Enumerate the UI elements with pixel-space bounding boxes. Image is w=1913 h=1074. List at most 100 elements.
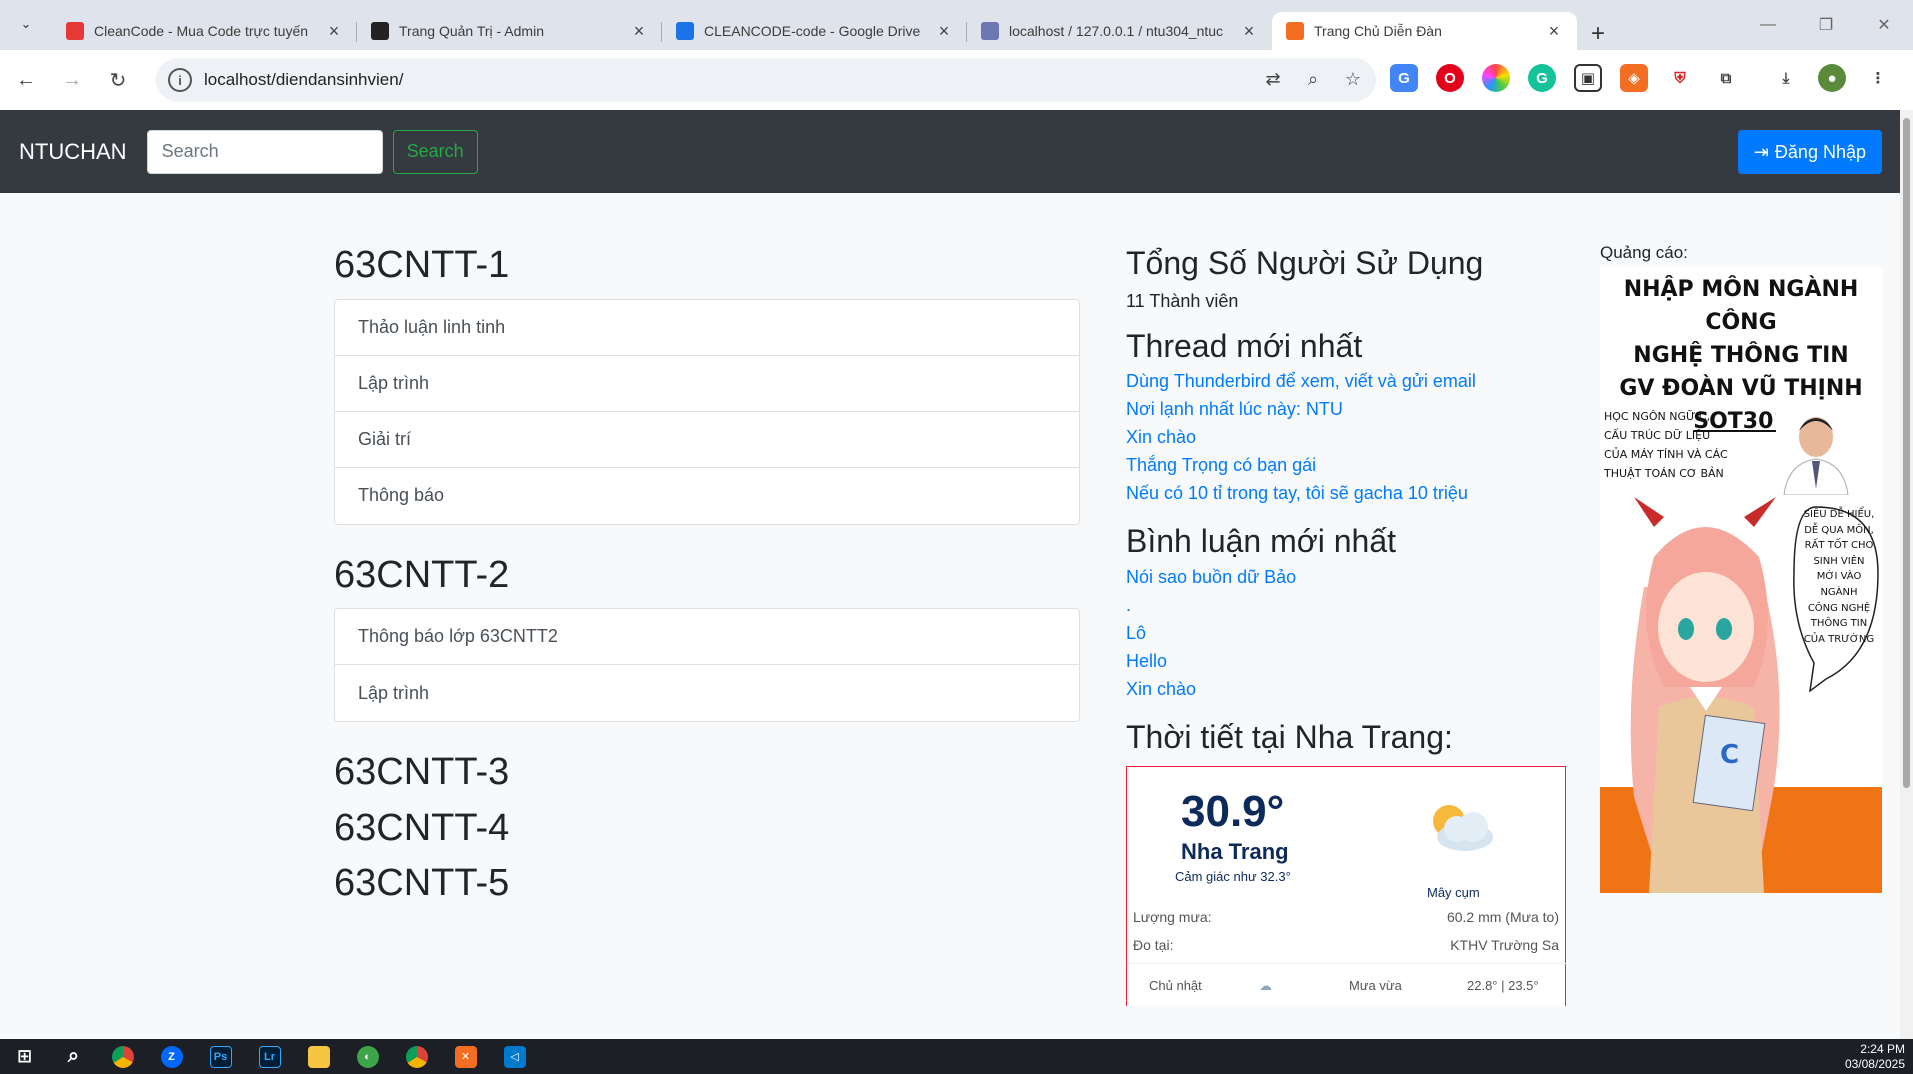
forward-arrow-icon: → xyxy=(62,68,82,91)
reload-button[interactable]: ↻ xyxy=(98,60,138,100)
rain-label: Lượng mưa: xyxy=(1133,909,1212,926)
browser-tab[interactable]: Trang Quản Trị - Admin × xyxy=(357,12,662,50)
search-taskbar-button[interactable]: ⌕ xyxy=(49,1039,98,1074)
ad-text-line: DỄ QUA MÔN, xyxy=(1804,524,1874,536)
web-page: NTUCHAN Search Search ⇥ Đăng Nhập 63CNTT… xyxy=(0,110,1900,1039)
thread-link[interactable]: Xin chào xyxy=(1126,423,1566,451)
url-text[interactable]: localhost/diendansinhvien/ xyxy=(204,70,403,90)
bookmark-star-icon[interactable]: ☆ xyxy=(1340,66,1366,92)
new-tab-button[interactable]: + xyxy=(1591,20,1605,50)
image-ext-icon[interactable]: ▣ xyxy=(1574,64,1602,92)
class-group: 63CNTT-3 xyxy=(334,750,1080,796)
comment-link[interactable]: . xyxy=(1126,591,1566,619)
topic-item[interactable]: Giải trí xyxy=(335,412,1079,468)
start-button[interactable]: ⊞ xyxy=(0,1039,49,1074)
thread-link[interactable]: Dùng Thunderbird để xem, viết và gửi ema… xyxy=(1126,367,1566,395)
back-button[interactable]: ← xyxy=(6,60,46,100)
topic-item[interactable]: Thảo luận linh tinh xyxy=(335,300,1079,356)
class-title[interactable]: 63CNTT-1 xyxy=(334,243,1080,289)
file-explorer-taskbar-icon[interactable] xyxy=(294,1039,343,1074)
ad-title-line: NGHỆ THÔNG TIN xyxy=(1633,343,1849,368)
zoom-icon[interactable]: ⌕ xyxy=(1300,66,1326,92)
rain-value: 60.2 mm (Mưa to) xyxy=(1446,909,1559,926)
tab-close-icon[interactable]: × xyxy=(325,21,343,42)
class-title[interactable]: 63CNTT-3 xyxy=(334,750,1080,796)
comment-link[interactable]: Hello xyxy=(1126,647,1566,675)
topic-item[interactable]: Thông báo lớp 63CNTT2 xyxy=(335,609,1079,666)
google-translate-ext-icon[interactable]: G xyxy=(1390,64,1418,92)
ad-label: Quảng cáo: xyxy=(1600,243,1688,262)
translate-icon[interactable]: ⇄ xyxy=(1260,66,1286,92)
tab-close-icon[interactable]: × xyxy=(630,21,648,42)
site-brand[interactable]: NTUCHAN xyxy=(19,139,127,165)
download-icon[interactable]: ⤓ xyxy=(1772,64,1800,92)
tab-close-icon[interactable]: × xyxy=(935,21,953,42)
chrome2-taskbar-icon[interactable] xyxy=(392,1039,441,1074)
login-button[interactable]: ⇥ Đăng Nhập xyxy=(1737,130,1882,174)
tab-close-icon[interactable]: × xyxy=(1545,21,1563,42)
class-title[interactable]: 63CNTT-4 xyxy=(334,806,1080,852)
topic-item[interactable]: Lập trình xyxy=(335,356,1079,412)
opera-ext-icon[interactable]: O xyxy=(1436,64,1464,92)
comment-link[interactable]: Xin chào xyxy=(1126,675,1566,703)
ad-text-line: SINH VIÊN xyxy=(1813,555,1865,567)
tab-close-icon[interactable]: × xyxy=(1240,21,1258,42)
class-title[interactable]: 63CNTT-5 xyxy=(334,861,1080,907)
thread-link[interactable]: Nếu có 10 tỉ trong tay, tôi sẽ gacha 10 … xyxy=(1126,479,1566,507)
browser-tab[interactable]: CleanCode - Mua Code trực tuyến × xyxy=(52,12,357,50)
vscode-taskbar-icon[interactable]: ◁ xyxy=(490,1039,539,1074)
thread-link[interactable]: Thắng Trọng có bạn gái xyxy=(1126,451,1566,479)
browser-tab[interactable]: CLEANCODE-code - Google Drive × xyxy=(662,12,967,50)
page-scrollbar[interactable] xyxy=(1900,110,1913,1039)
browser-menu-icon[interactable]: ⋮ xyxy=(1864,64,1892,92)
shield-ext-icon[interactable]: ⛨ xyxy=(1666,64,1694,92)
minimize-button[interactable]: — xyxy=(1739,0,1797,50)
search-input[interactable]: Search xyxy=(146,129,383,174)
browser-tab[interactable]: localhost / 127.0.0.1 / ntu304_ntuc × xyxy=(967,12,1272,50)
zalo-taskbar-icon[interactable]: Z xyxy=(147,1039,196,1074)
site-info-icon[interactable]: i xyxy=(168,68,192,92)
comment-link[interactable]: Nói sao buồn dữ Bảo xyxy=(1126,563,1566,591)
rain-cloud-icon: ☁ xyxy=(1259,977,1272,993)
color-ext-icon[interactable] xyxy=(1482,64,1510,92)
comment-link[interactable]: Lô xyxy=(1126,619,1566,647)
clock-time: 2:24 PM xyxy=(1860,1042,1905,1056)
thread-link[interactable]: Nơi lạnh nhất lúc này: NTU xyxy=(1126,395,1566,423)
users-title: Tổng Số Người Sử Dụng xyxy=(1126,245,1484,281)
system-clock[interactable]: 2:24 PM 03/08/2025 xyxy=(1845,1042,1905,1072)
topic-item[interactable]: Thông báo xyxy=(335,468,1079,524)
photoshop-taskbar-icon[interactable]: Ps xyxy=(196,1039,245,1074)
chrome-icon xyxy=(405,1045,428,1068)
chrome-taskbar-icon[interactable] xyxy=(98,1039,147,1074)
green-app-taskbar-icon[interactable]: ◐ xyxy=(343,1039,392,1074)
xampp-taskbar-icon[interactable]: ✕ xyxy=(441,1039,490,1074)
tab-title: Trang Chủ Diễn Đàn xyxy=(1314,23,1442,39)
grammarly-ext-icon[interactable]: G xyxy=(1528,64,1556,92)
topic-item[interactable]: Lập trình xyxy=(335,665,1079,721)
class-title[interactable]: 63CNTT-2 xyxy=(334,553,1080,599)
forward-button[interactable]: → xyxy=(52,60,92,100)
tab-title: localhost / 127.0.0.1 / ntu304_ntuc xyxy=(1009,23,1224,39)
photoshop-icon: Ps xyxy=(209,1045,232,1068)
login-label: Đăng Nhập xyxy=(1774,141,1866,162)
tab-search-button[interactable]: ⌄ xyxy=(12,10,40,38)
search-button[interactable]: Search xyxy=(392,129,478,174)
forecast-row: Chủ nhật ☁ Mưa vừa 22.8° | 23.5° xyxy=(1127,963,1567,1007)
profile-avatar[interactable]: ● xyxy=(1818,64,1846,92)
maximize-button[interactable]: ❐ xyxy=(1797,0,1855,50)
lightroom-taskbar-icon[interactable]: Lr xyxy=(245,1039,294,1074)
forecast-day: Chủ nhật xyxy=(1149,978,1202,994)
close-window-button[interactable]: ✕ xyxy=(1855,0,1913,50)
browser-toolbar: ← → ↻ i localhost/diendansinhvien/ ⇄ ⌕ ☆… xyxy=(0,50,1913,110)
scrollbar-thumb[interactable] xyxy=(1903,118,1910,788)
tab-favicon-icon xyxy=(371,22,389,40)
browser-tab[interactable]: Trang Chủ Diễn Đàn × xyxy=(1272,12,1577,50)
address-bar[interactable]: i localhost/diendansinhvien/ ⇄ ⌕ ☆ xyxy=(156,58,1376,102)
ad-text-line: SIÊU DỄ HIỂU, xyxy=(1803,509,1875,520)
weather-title: Thời tiết tại Nha Trang: xyxy=(1126,718,1453,755)
threads-list: Dùng Thunderbird để xem, viết và gửi ema… xyxy=(1126,367,1566,507)
extensions-puzzle-icon[interactable]: ⧉ xyxy=(1712,64,1740,92)
orange-ext-icon[interactable]: ◈ xyxy=(1620,64,1648,92)
ad-banner[interactable]: NHẬP MÔN NGÀNH CÔNG NGHỆ THÔNG TIN GV ĐO… xyxy=(1600,267,1882,893)
weather-temp: 30.9° xyxy=(1181,787,1285,837)
